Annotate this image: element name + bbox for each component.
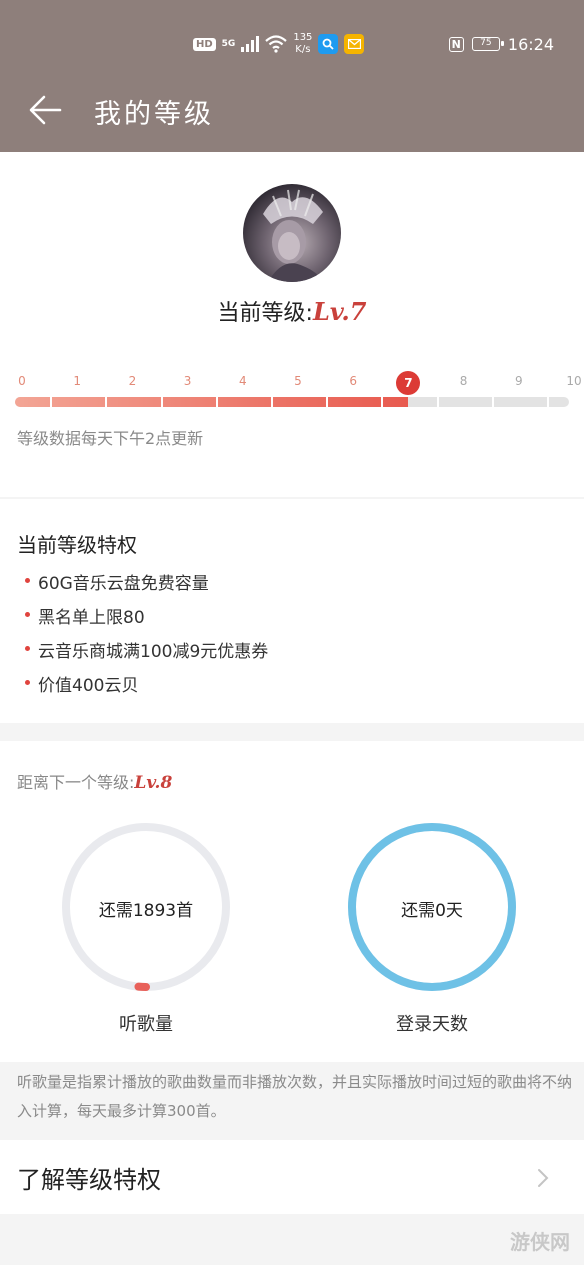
level-card: 当前等级:Lv.7 0 1 2 3 4 5 6 7 8 9 10 等级数据每天下午2点更新 — [0, 152, 584, 497]
level-tick: 2 — [128, 374, 137, 388]
avatar[interactable] — [243, 184, 341, 282]
chevron-right-icon — [538, 1169, 549, 1187]
status-bar: HD 5G 135 K/s N 75 16:24 — [0, 28, 584, 60]
wifi-icon — [265, 35, 288, 53]
nfc-icon: N — [448, 36, 464, 52]
top-bar: HD 5G 135 K/s N 75 16:24 我的等级 — [0, 0, 584, 152]
privileges-card: 当前等级特权 60G音乐云盘免费容量 黑名单上限80 云音乐商城满100减9元优… — [0, 499, 584, 723]
level-tick: 4 — [238, 374, 247, 388]
battery-icon: 75 — [471, 37, 504, 51]
explain-text: 听歌量是指累计播放的歌曲数量而非播放次数，并且实际播放时间过短的歌曲将不纳入计算… — [17, 1073, 573, 1120]
bar-divider — [436, 397, 439, 407]
level-tick: 10 — [566, 374, 582, 388]
bullet-dot — [25, 612, 30, 617]
level-tick: 5 — [294, 374, 302, 388]
bar-divider — [381, 397, 384, 407]
songs-caption: 听歌量 — [119, 1014, 173, 1035]
hd-badge: HD — [193, 37, 216, 51]
bullet-dot — [25, 680, 30, 685]
level-tick: 7 — [396, 371, 421, 395]
bar-divider — [160, 397, 163, 407]
network-type: 5G — [221, 38, 236, 49]
privilege-item: 价值400云贝 — [25, 671, 138, 696]
bar-divider — [326, 397, 329, 407]
days-caption: 登录天数 — [396, 1014, 468, 1035]
privilege-item: 60G音乐云盘免费容量 — [25, 569, 209, 594]
level-tick: 3 — [183, 374, 192, 388]
bar-divider — [215, 397, 218, 407]
level-tick: 9 — [514, 374, 523, 388]
learn-more-label: 了解等级特权 — [17, 1166, 161, 1194]
current-level: 当前等级:Lv.7 — [217, 297, 367, 326]
watermark: 游侠网 — [510, 1230, 570, 1254]
days-remaining: 还需0天 — [401, 901, 463, 921]
clock: 16:24 — [507, 34, 554, 54]
bullet-dot — [25, 578, 30, 583]
learn-more-row[interactable]: 了解等级特权 — [0, 1140, 584, 1214]
bar-divider — [50, 397, 53, 407]
privilege-item: 云音乐商城满100减9元优惠券 — [25, 637, 268, 662]
bullet-dot — [25, 646, 30, 651]
current-level-value: Lv.7 — [312, 297, 367, 326]
next-level-value: Lv.8 — [134, 773, 173, 793]
level-tick: 1 — [73, 374, 81, 388]
bar-divider — [491, 397, 494, 407]
bar-divider — [547, 397, 549, 407]
songs-remaining: 还需1893首 — [98, 901, 194, 921]
page-title: 我的等级 — [94, 99, 214, 130]
privileges-title: 当前等级特权 — [17, 533, 137, 557]
next-level-card: 距离下一个等级:Lv.8 还需1893首 听歌量 还需0天 登录天数 — [0, 741, 584, 1062]
arrow-left-icon[interactable] — [26, 90, 66, 130]
level-progress-bar — [15, 397, 569, 407]
signal-icon — [241, 36, 260, 52]
update-note: 等级数据每天下午2点更新 — [17, 429, 204, 448]
net-speed: 135 K/s — [293, 32, 313, 55]
level-tick: 6 — [349, 374, 357, 388]
next-level-label: 距离下一个等级:Lv.8 — [17, 773, 173, 793]
level-tick: 0 — [18, 374, 26, 388]
level-tick: 8 — [459, 374, 468, 388]
search-app-icon — [318, 34, 339, 54]
level-progress-fill — [15, 397, 409, 407]
privilege-item: 黑名单上限80 — [25, 603, 145, 628]
bar-divider — [271, 397, 273, 407]
mail-app-icon — [344, 34, 365, 54]
bar-divider — [105, 397, 108, 407]
